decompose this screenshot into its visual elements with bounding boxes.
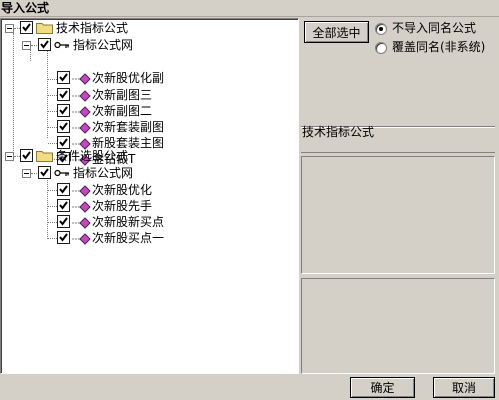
leaf-checkbox[interactable]: [57, 88, 70, 101]
group-checkbox[interactable]: [38, 166, 51, 179]
tree-line: [47, 49, 48, 138]
tree-line: [31, 45, 37, 46]
tree-label[interactable]: 技术指标公式: [56, 20, 128, 36]
tree-label[interactable]: 次新股优化: [92, 182, 152, 198]
tree-line: [30, 49, 31, 61]
formula-icon: [72, 90, 91, 102]
tree-line: [48, 238, 57, 239]
tree-line: [47, 177, 48, 239]
tree-line: [48, 111, 57, 112]
leaf-checkbox[interactable]: [57, 104, 70, 117]
tree-line: [48, 206, 57, 207]
formula-icon: [72, 233, 91, 245]
tree-label[interactable]: 次新股买点一: [92, 230, 164, 246]
tree-label[interactable]: 指标公式网: [73, 37, 133, 53]
root-checkbox-technical[interactable]: [20, 21, 33, 34]
tree-label[interactable]: 次新股新买点: [92, 214, 164, 230]
leaf-checkbox[interactable]: [57, 215, 70, 228]
tree-line: [13, 33, 14, 155]
collapse-toggle[interactable]: [5, 152, 14, 161]
select-all-button[interactable]: 全部选中: [304, 21, 369, 43]
formula-icon: [72, 122, 91, 134]
title-bar: 导入公式: [0, 0, 499, 17]
formula-tree[interactable]: 技术指标公式 指标公式网 次新股优化副 次新副图三 次新副图二 次新套装副图 新…: [0, 18, 299, 374]
tree-label[interactable]: 次新套装副图: [92, 119, 164, 135]
key-icon: [54, 41, 69, 49]
folder-icon: [36, 151, 53, 162]
folder-icon: [36, 23, 53, 34]
cancel-button[interactable]: 取消: [433, 377, 495, 398]
formula-icon: [72, 73, 91, 85]
divider: [301, 152, 495, 153]
tree-line: [48, 222, 57, 223]
collapse-toggle[interactable]: [5, 24, 14, 33]
formula-icon: [72, 185, 91, 197]
tree-label[interactable]: 指标公式网: [73, 165, 133, 181]
tree-label[interactable]: 条件选股公式: [56, 148, 128, 164]
tree-label[interactable]: 次新股先手: [92, 198, 152, 214]
leaf-checkbox[interactable]: [57, 120, 70, 133]
collapse-toggle[interactable]: [22, 169, 31, 178]
formula-icon: [72, 201, 91, 213]
tree-line: [48, 95, 57, 96]
tree-line: [48, 190, 57, 191]
tree-label[interactable]: 次新副图二: [92, 103, 152, 119]
radio-skip-label[interactable]: 不导入同名公式: [392, 21, 476, 35]
formula-icon: [72, 217, 91, 229]
tree-label[interactable]: 次新副图三: [92, 87, 152, 103]
preview-box: [301, 278, 495, 374]
root-checkbox-condition[interactable]: [20, 149, 33, 162]
collapse-toggle[interactable]: [22, 41, 31, 50]
formula-type-label: 技术指标公式: [302, 125, 375, 139]
key-icon: [54, 169, 69, 177]
radio-overwrite-label[interactable]: 覆盖同名(非系统): [392, 40, 485, 54]
ok-button[interactable]: 确定: [350, 377, 415, 398]
leaf-checkbox[interactable]: [57, 183, 70, 196]
group-checkbox[interactable]: [38, 38, 51, 51]
leaf-checkbox[interactable]: [57, 71, 70, 84]
tree-label[interactable]: 次新股优化副: [92, 70, 164, 86]
radio-overwrite-duplicates[interactable]: [375, 42, 387, 54]
tree-line: [48, 79, 57, 80]
tree-line: [31, 173, 37, 174]
leaf-checkbox[interactable]: [57, 231, 70, 244]
formula-icon: [72, 106, 91, 118]
leaf-checkbox[interactable]: [57, 199, 70, 212]
tree-line: [48, 127, 57, 128]
description-box: [301, 156, 495, 274]
tree-line: [48, 143, 57, 144]
window-title: 导入公式: [1, 1, 50, 15]
radio-skip-duplicates[interactable]: [375, 23, 387, 35]
